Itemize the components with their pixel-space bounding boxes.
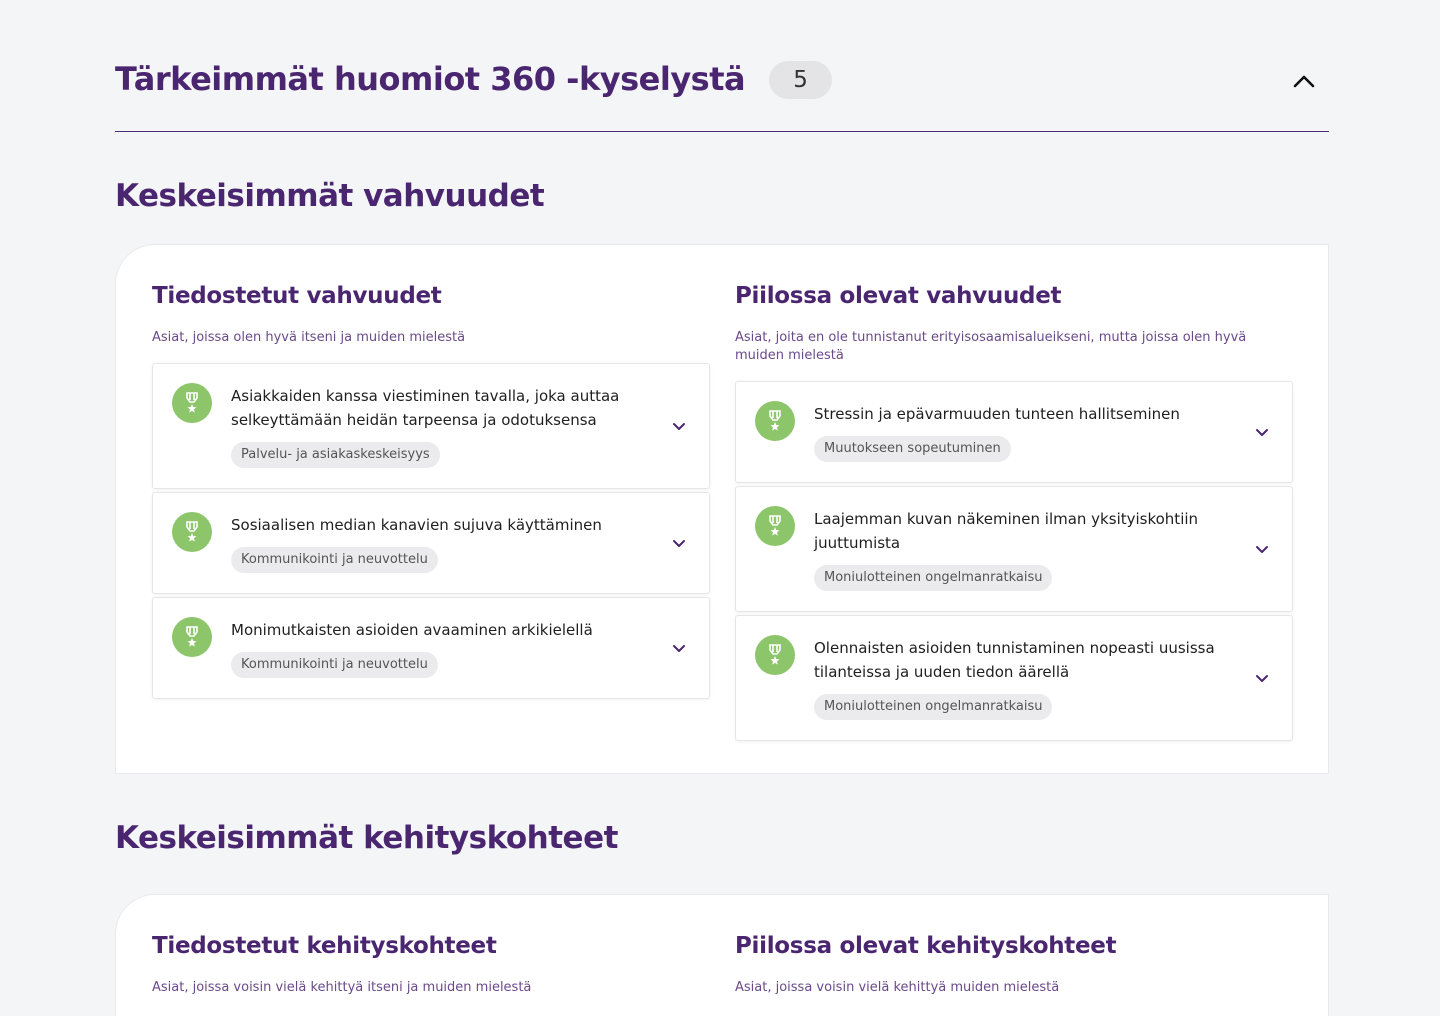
strength-card[interactable]: Asiakkaiden kanssa viestiminen tavalla, … [152,363,710,489]
chevron-down-icon[interactable] [671,535,687,551]
chevron-down-icon[interactable] [671,418,687,434]
collapse-button[interactable] [1289,66,1319,96]
accordion-header[interactable]: Tärkeimmät huomiot 360 -kyselystä 5 [115,40,1329,132]
strengths-panel: Tiedostetut vahvuudet Asiat, joissa olen… [115,244,1329,774]
strength-text: Sosiaalisen median kanavien sujuva käytt… [231,516,602,534]
strengths-section-title: Keskeisimmät vahvuudet [115,178,545,214]
strength-text: Olennaisten asioiden tunnistaminen nopea… [814,639,1215,681]
strength-card[interactable]: Stressin ja epävarmuuden tunteen hallits… [735,381,1293,483]
hidden-strengths-title: Piilossa olevat vahvuudet [735,283,1062,309]
medal-icon [172,617,212,657]
strength-text: Laajemman kuvan näkeminen ilman yksityis… [814,510,1199,552]
competence-tag: Muutokseen sopeutuminen [814,436,1011,462]
chevron-down-icon[interactable] [671,640,687,656]
medal-icon [172,383,212,423]
chevron-down-icon[interactable] [1254,541,1270,557]
hidden-development-subtitle: Asiat, joissa voisin vielä kehittyä muid… [735,980,1060,995]
hidden-strengths-column: Piilossa olevat vahvuudet Asiat, joita e… [735,245,1293,744]
chevron-down-icon[interactable] [1254,424,1270,440]
hidden-development-column: Piilossa olevat kehityskohteet Asiat, jo… [735,895,1293,997]
medal-icon [172,512,212,552]
competence-tag: Palvelu- ja asiakaskeskeisyys [231,442,440,468]
known-development-column: Tiedostetut kehityskohteet Asiat, joissa… [152,895,710,997]
known-development-subtitle: Asiat, joissa voisin vielä kehittyä itse… [152,980,532,995]
page: Tärkeimmät huomiot 360 -kyselystä 5 Kesk… [0,0,1440,1016]
known-strengths-column: Tiedostetut vahvuudet Asiat, joissa olen… [152,245,710,702]
strength-text: Asiakkaiden kanssa viestiminen tavalla, … [231,387,620,429]
hidden-strengths-subtitle: Asiat, joita en ole tunnistanut erityiso… [735,330,1247,363]
competence-tag: Kommunikointi ja neuvottelu [231,652,438,678]
strength-text: Stressin ja epävarmuuden tunteen hallits… [814,405,1180,423]
strength-card[interactable]: Olennaisten asioiden tunnistaminen nopea… [735,615,1293,741]
strength-text: Monimutkaisten asioiden avaaminen arkiki… [231,621,593,639]
known-strengths-list: Asiakkaiden kanssa viestiminen tavalla, … [152,363,710,699]
medal-icon [755,506,795,546]
known-development-title: Tiedostetut kehityskohteet [152,933,497,959]
known-strengths-subtitle: Asiat, joissa olen hyvä itseni ja muiden… [152,330,466,345]
known-strengths-title: Tiedostetut vahvuudet [152,283,442,309]
strength-card[interactable]: Monimutkaisten asioiden avaaminen arkiki… [152,597,710,699]
page-title: Tärkeimmät huomiot 360 -kyselystä [115,60,746,98]
competence-tag: Kommunikointi ja neuvottelu [231,547,438,573]
strength-card[interactable]: Sosiaalisen median kanavien sujuva käytt… [152,492,710,594]
development-panel: Tiedostetut kehityskohteet Asiat, joissa… [115,894,1329,1016]
chevron-up-icon [1293,75,1315,88]
medal-icon [755,635,795,675]
competence-tag: Moniulotteinen ongelmanratkaisu [814,694,1053,720]
medal-icon [755,401,795,441]
hidden-development-title: Piilossa olevat kehityskohteet [735,933,1117,959]
hidden-strengths-list: Stressin ja epävarmuuden tunteen hallits… [735,381,1293,741]
count-badge: 5 [769,61,833,99]
strength-card[interactable]: Laajemman kuvan näkeminen ilman yksityis… [735,486,1293,612]
competence-tag: Moniulotteinen ongelmanratkaisu [814,565,1053,591]
development-section-title: Keskeisimmät kehityskohteet [115,820,618,856]
chevron-down-icon[interactable] [1254,670,1270,686]
